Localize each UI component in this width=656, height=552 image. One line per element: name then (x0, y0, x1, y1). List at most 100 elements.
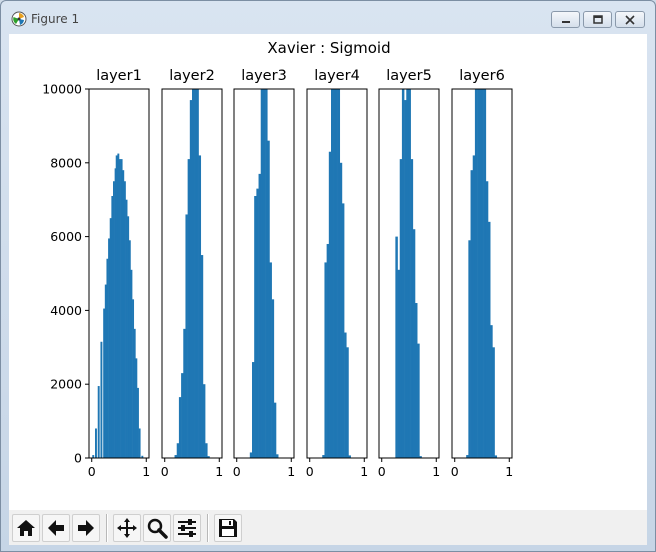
histogram-bar (258, 173, 262, 458)
histogram-bar (183, 328, 186, 458)
histogram-bar (488, 221, 491, 458)
subplot-layer3: layer3 0 1 (233, 68, 295, 479)
subplot-title: layer2 (169, 68, 215, 84)
histogram-bar (328, 151, 332, 458)
histogram-bar (192, 89, 195, 458)
histogram-bar (196, 89, 199, 458)
configure-subplots-button[interactable] (173, 514, 201, 542)
histogram-bar (399, 159, 403, 458)
histogram-bar (404, 100, 407, 458)
navigation-toolbar (9, 510, 647, 545)
histogram-bar (252, 362, 255, 458)
y-tick-label: 6000 (50, 229, 82, 244)
toolbar-separator (207, 514, 209, 542)
title-bar[interactable]: Figure 1 (1, 1, 655, 35)
histogram-bar (326, 243, 330, 458)
histogram-bar (100, 341, 103, 458)
zoom-button[interactable] (143, 514, 171, 542)
chart-suptitle: Xavier : Sigmoid (267, 39, 390, 57)
subplot-layer2: layer2 0 1 (161, 68, 223, 479)
histogram-bar (95, 428, 97, 458)
x-tick-label: 0 (88, 464, 96, 479)
y-tick-label: 10000 (42, 82, 82, 97)
back-arrow-icon (48, 520, 64, 536)
histogram-bar (470, 170, 474, 458)
histogram-bars (249, 89, 279, 458)
histogram-bar (254, 196, 257, 458)
subplot-layer1: layer1 0 1 (88, 68, 150, 479)
matplotlib-icon (11, 11, 27, 27)
x-tick-label: 0 (161, 464, 169, 479)
histogram-bar (260, 89, 264, 458)
histogram-bars (92, 153, 144, 458)
x-tick-label: 0 (233, 464, 241, 479)
y-tick-label: 8000 (50, 155, 82, 170)
histogram-bar (262, 89, 266, 458)
histogram-bar (97, 386, 100, 458)
histogram-bar (194, 89, 197, 458)
histogram-bar (468, 240, 471, 458)
histogram-bar (490, 325, 493, 458)
y-tick-label: 2000 (50, 377, 82, 392)
back-button[interactable] (42, 514, 70, 542)
subplot-title: layer5 (386, 68, 432, 84)
minimize-button[interactable] (551, 11, 580, 28)
histogram-bar (472, 155, 476, 458)
histogram-bar (485, 181, 489, 458)
subplot-title: layer6 (459, 68, 505, 84)
subplot-panels: layer10 1layer20 1layer30 1layer40 1layer50 1… (88, 68, 513, 479)
histogram-bar (181, 373, 184, 458)
window-title: Figure 1 (31, 12, 80, 26)
histogram-bar (417, 343, 420, 458)
x-tick-label: 1 (505, 464, 513, 479)
histogram-bar (185, 214, 188, 458)
histogram-bar (178, 397, 182, 458)
histogram-bar (271, 299, 275, 458)
histogram-bars (322, 89, 351, 458)
pan-button[interactable] (113, 514, 141, 542)
histogram-bar (474, 89, 478, 458)
forward-arrow-icon (78, 520, 94, 536)
histogram-bar (483, 89, 487, 458)
y-axis: 0 2000 4000 6000 8000 10000 (42, 82, 89, 466)
histogram-bar (249, 452, 253, 458)
histogram-bars (395, 89, 422, 458)
x-tick-label: 0 (378, 464, 386, 479)
histogram-bar (273, 402, 277, 458)
forward-button[interactable] (72, 514, 100, 542)
minimize-icon (561, 20, 570, 23)
subplot-title: layer3 (241, 68, 287, 84)
close-button[interactable] (615, 11, 645, 28)
home-button[interactable] (12, 514, 40, 542)
maximize-button[interactable] (583, 11, 612, 28)
histogram-bar (138, 428, 141, 458)
histogram-bar (346, 347, 349, 458)
histogram-bar (395, 236, 398, 458)
histogram-bar (333, 89, 336, 458)
subplot-title: layer4 (314, 68, 360, 84)
histogram-bar (269, 262, 272, 458)
figure-canvas: Xavier : Sigmoid 0 2000 4000 6000 8000 10000 … (9, 34, 647, 545)
x-tick-label: 1 (142, 464, 150, 479)
x-tick-label: 1 (215, 464, 223, 479)
histogram-bar (406, 89, 409, 458)
histogram-bar (481, 89, 484, 458)
histogram-bar (410, 159, 414, 458)
chart: Xavier : Sigmoid 0200040006000800010000 … (42, 39, 513, 479)
toolbar-separator (106, 514, 108, 542)
histogram-bar (324, 262, 327, 458)
y-tick-label: 4000 (50, 303, 82, 318)
histogram-bar (205, 443, 208, 458)
histogram-bar (189, 100, 193, 458)
pan-move-icon (117, 518, 137, 538)
x-tick-label: 0 (451, 464, 459, 479)
save-floppy-icon (219, 519, 237, 537)
histogram-bar (187, 159, 191, 458)
y-tick-label: 0 (74, 451, 82, 466)
histogram-bar (335, 89, 338, 458)
histogram-bar (339, 162, 343, 458)
histogram-bar (267, 140, 270, 458)
x-tick-label: 1 (287, 464, 295, 479)
histogram-bar (401, 89, 405, 458)
save-button[interactable] (214, 514, 242, 542)
